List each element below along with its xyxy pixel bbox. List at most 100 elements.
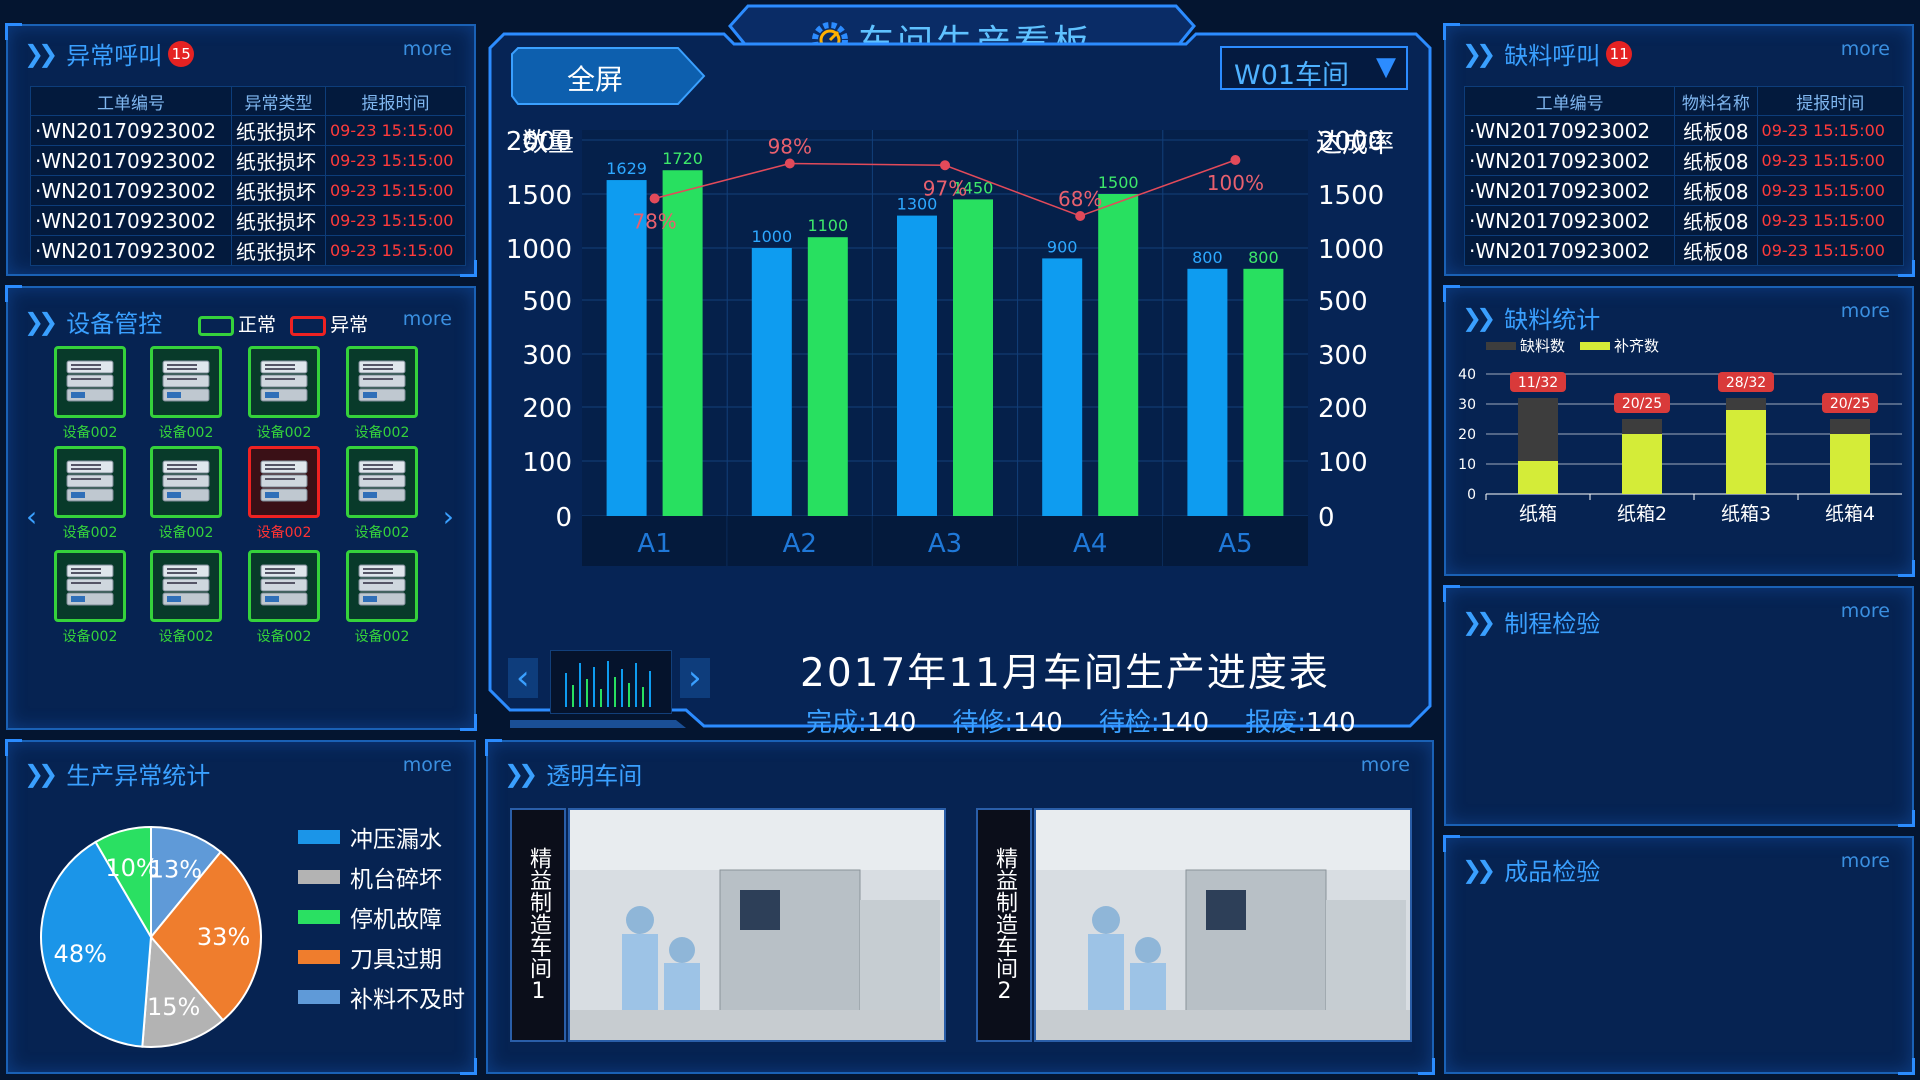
shortage-stats-more-link[interactable]: more: [1841, 300, 1890, 322]
pie-legend-item: 停机故障: [298, 900, 442, 934]
x-tick-label: 纸箱3: [1721, 503, 1771, 525]
exception-stats-title: ❯❯ 生产异常统计: [24, 756, 210, 791]
device-item[interactable]: 设备002: [334, 446, 430, 542]
pie-legend-item: 机台碎坏: [298, 860, 442, 894]
device-item[interactable]: 设备002: [236, 550, 332, 646]
rate-label: 68%: [1058, 187, 1102, 211]
camera-1-label: 精益制造车间1: [510, 808, 566, 1042]
table-row[interactable]: ·WN20170923002 纸板08 09-23 15:15:00: [1463, 115, 1905, 146]
device-item[interactable]: 设备002: [236, 346, 332, 442]
device-item[interactable]: 设备002: [138, 446, 234, 542]
device-label: 设备002: [158, 629, 214, 645]
thumb-bar: [628, 683, 630, 707]
exception-stats-title-text: 生产异常统计: [66, 762, 211, 790]
table-row[interactable]: ·WN20170923002 纸板08 09-23 15:15:00: [1463, 205, 1905, 236]
server-icon: [248, 446, 320, 518]
col-type: 异常类型: [230, 86, 327, 116]
legend-label: 停机故障: [350, 907, 442, 933]
device-item[interactable]: 设备002: [334, 346, 430, 442]
final-check-panel: ❯❯ 成品检验 more: [1443, 835, 1915, 1075]
bar-plan: [751, 248, 792, 516]
server-icon: [54, 346, 126, 418]
bar-filled: [1622, 434, 1662, 494]
table-header: 工单编号 异常类型 提报时间: [30, 86, 466, 116]
device-item[interactable]: 设备002: [42, 446, 138, 542]
shortage-stats-title: ❯❯ 缺料统计: [1462, 300, 1600, 335]
thumbnail-bars: [565, 661, 651, 707]
y-tick-label: 0: [555, 503, 572, 533]
y2-tick-label: 100: [1318, 448, 1368, 478]
thumb-bar: [635, 663, 637, 707]
y2-tick-label: 1500: [1318, 181, 1384, 211]
chart-prev-arrow[interactable]: ‹: [508, 658, 538, 698]
process-check-more-link[interactable]: more: [1841, 600, 1890, 622]
y2-tick-label: 200: [1318, 394, 1368, 424]
bar-plan: [1187, 268, 1228, 516]
fullscreen-label: 全屏: [566, 63, 623, 96]
device-next-arrow[interactable]: ›: [443, 500, 454, 533]
double-chevron-icon: ❯❯: [24, 39, 58, 68]
x-tick-label: A5: [1218, 529, 1252, 559]
alarm-more-link[interactable]: more: [403, 38, 452, 60]
device-item[interactable]: 设备002: [42, 346, 138, 442]
stat-inspect: 待检:140: [1098, 708, 1210, 738]
shortage-count-badge: 11: [1606, 40, 1633, 67]
device-more-link[interactable]: more: [403, 308, 452, 330]
chart-next-arrow[interactable]: ›: [680, 658, 710, 698]
y2-tick-label: 1000: [1318, 235, 1384, 265]
device-label: 设备002: [354, 425, 410, 441]
production-bar-chart: 0 0 100 100 200 200 300 300 500 500 1000 1000 1500 15…: [506, 127, 1394, 566]
normal-legend-swatch: [198, 315, 234, 336]
device-item[interactable]: 设备002: [236, 446, 332, 542]
thumb-bar: [600, 689, 602, 707]
exception-stats-more-link[interactable]: more: [403, 754, 452, 776]
camera-2-feed[interactable]: [1034, 808, 1412, 1042]
final-check-more-link[interactable]: more: [1841, 850, 1890, 872]
table-row[interactable]: ·WN20170923002 纸板08 09-23 15:15:00: [1463, 235, 1905, 266]
fullscreen-button[interactable]: 全屏: [510, 46, 706, 106]
table-row[interactable]: ·WN20170923002 纸板08 09-23 15:15:00: [1463, 175, 1905, 206]
device-label: 设备002: [256, 425, 312, 441]
rate-label: 100%: [1207, 171, 1264, 195]
bar-actual: [1098, 194, 1139, 516]
device-label: 设备002: [158, 525, 214, 541]
device-item[interactable]: 设备002: [334, 550, 430, 646]
device-prev-arrow[interactable]: ‹: [26, 500, 37, 533]
table-row[interactable]: ·WN20170923002 纸张损坏 09-23 15:15:00: [30, 205, 466, 236]
shortage-stats-panel: ❯❯ 缺料统计 more 缺料数 补齐数 0 10 20 30 40 11/32 纸箱 20/25…: [1443, 285, 1915, 577]
double-chevron-icon: ❯❯: [1462, 607, 1496, 636]
shortage-call-more-link[interactable]: more: [1841, 38, 1890, 60]
table-row[interactable]: ·WN20170923002 纸板08 09-23 15:15:00: [1463, 145, 1905, 176]
table-row[interactable]: ·WN20170923002 纸张损坏 09-23 15:15:00: [30, 235, 466, 266]
process-check-title-text: 制程检验: [1504, 610, 1601, 638]
abnormal-legend-label: 异常: [330, 314, 369, 336]
pie-legend-item: 刀具过期: [298, 940, 442, 974]
camera-1-feed[interactable]: [568, 808, 946, 1042]
thumb-bar: [621, 669, 623, 707]
workshop-select[interactable]: W01车间 ▼: [1220, 46, 1408, 91]
normal-legend-label: 正常: [238, 314, 277, 336]
y2-axis-title: 达成率: [1316, 129, 1394, 159]
device-item[interactable]: 设备002: [138, 550, 234, 646]
alarm-panel: ❯❯ 异常呼叫 15 more 工单编号 异常类型 提报时间 ·WN201709…: [5, 23, 477, 277]
production-panel: 全屏 W01车间 ▼ 0 0 100 100 200 200 300 300 500 500 100…: [486, 30, 1434, 738]
table-row[interactable]: ·WN20170923002 纸张损坏 09-23 15:15:00: [30, 175, 466, 206]
chart-thumbnail[interactable]: [550, 650, 672, 714]
transparent-more-link[interactable]: more: [1361, 754, 1410, 776]
y2-tick-label: 0: [1318, 503, 1335, 533]
thumb-bar: [607, 661, 609, 707]
y-tick-label: 20: [1458, 427, 1476, 443]
server-icon: [54, 550, 126, 622]
bar-actual: [953, 199, 993, 516]
bar-filled: [1518, 461, 1558, 494]
legend-swatch: [298, 990, 340, 1004]
production-title: 2017年11月车间生产进度表: [800, 651, 1330, 696]
table-row[interactable]: ·WN20170923002 纸张损坏 09-23 15:15:00: [30, 145, 466, 176]
legend-swatch: [1486, 342, 1516, 350]
thumb-bar: [593, 667, 595, 707]
device-item[interactable]: 设备002: [138, 346, 234, 442]
device-item[interactable]: 设备002: [42, 550, 138, 646]
table-row[interactable]: ·WN20170923002 纸张损坏 09-23 15:15:00: [30, 115, 466, 146]
shortage-call-title: ❯❯ 缺料呼叫 11: [1462, 36, 1633, 71]
stat-scrap: 报废:140: [1245, 708, 1356, 738]
